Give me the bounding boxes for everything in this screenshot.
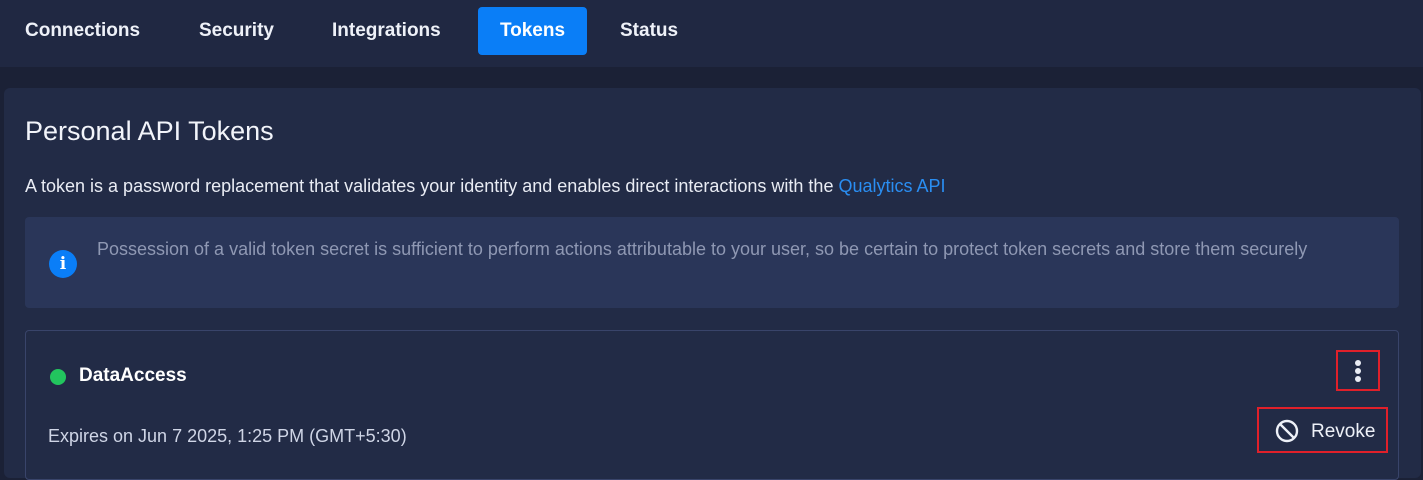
tab-tokens[interactable]: Tokens — [478, 7, 587, 55]
qualytics-api-link[interactable]: Qualytics API — [838, 176, 945, 196]
token-name: DataAccess — [79, 365, 187, 386]
block-icon — [1275, 419, 1299, 443]
revoke-label: Revoke — [1311, 421, 1376, 442]
revoke-button[interactable]: Revoke — [1257, 407, 1388, 453]
page-title: Personal API Tokens — [25, 116, 274, 146]
token-card: DataAccess Expires on Jun 7 2025, 1:25 P… — [25, 330, 1399, 480]
tab-status[interactable]: Status — [598, 7, 700, 55]
status-dot-icon — [50, 369, 66, 385]
more-vertical-icon — [1355, 360, 1361, 382]
tab-connections[interactable]: Connections — [3, 7, 162, 55]
tab-security[interactable]: Security — [177, 7, 296, 55]
tab-bar: Connections Security Integrations Tokens… — [0, 0, 1423, 67]
info-alert: i Possession of a valid token secret is … — [25, 217, 1399, 308]
description-text: A token is a password replacement that v… — [25, 176, 839, 196]
tab-integrations[interactable]: Integrations — [310, 7, 463, 55]
info-alert-text: Possession of a valid token secret is su… — [97, 239, 1308, 259]
page-description: A token is a password replacement that v… — [25, 176, 946, 197]
info-icon: i — [49, 250, 77, 278]
token-menu-button[interactable] — [1336, 350, 1380, 391]
token-expiry: Expires on Jun 7 2025, 1:25 PM (GMT+5:30… — [48, 426, 407, 446]
